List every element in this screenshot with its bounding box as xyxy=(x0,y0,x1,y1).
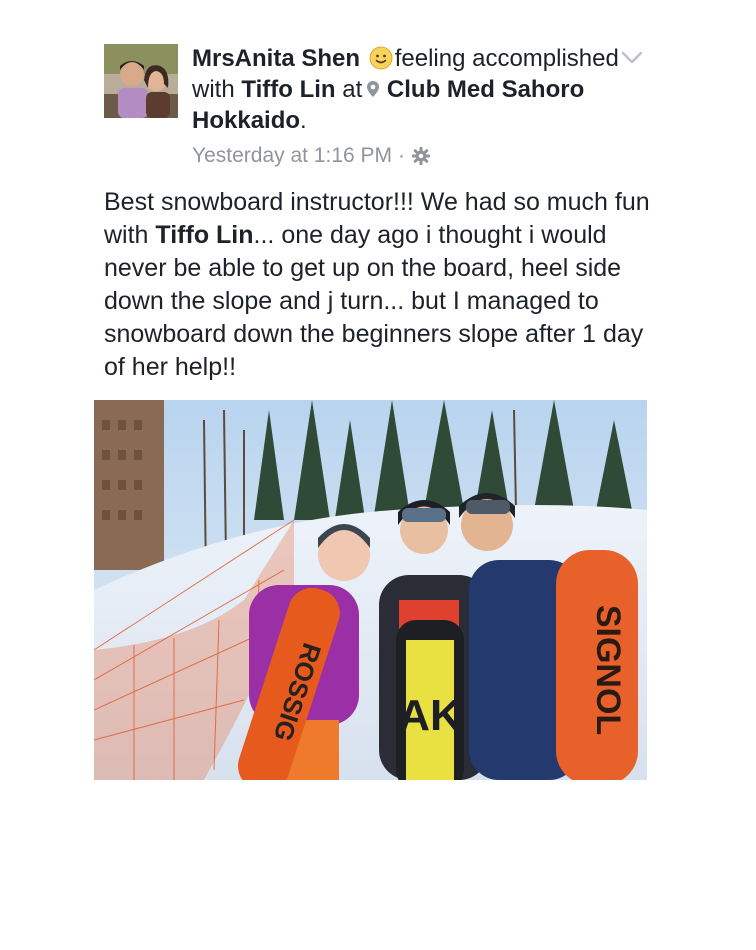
snowboard-group-photo: ROSSIG AK SIGNOL xyxy=(94,400,647,780)
location-pin-icon xyxy=(367,81,380,97)
post-meta: Yesterday at 1:16 PM · xyxy=(192,144,431,168)
at-label: at xyxy=(342,76,363,103)
mentioned-person[interactable]: Tiffo Lin xyxy=(155,221,253,249)
board-middle-text: AK xyxy=(398,691,462,740)
tagged-person[interactable]: Tiffo Lin xyxy=(241,76,335,103)
post-photo[interactable]: ROSSIG AK SIGNOL xyxy=(94,400,647,780)
post-message: Best snowboard instructor!!! We had so m… xyxy=(104,186,664,384)
meta-separator: · xyxy=(398,144,406,167)
board-right-text: SIGNOL xyxy=(589,605,627,735)
feeling-emoji-icon xyxy=(369,46,393,70)
avatar[interactable] xyxy=(104,44,178,118)
gear-icon[interactable] xyxy=(411,146,431,166)
timestamp-link[interactable]: Yesterday at 1:16 PM xyxy=(192,144,392,168)
header-period: . xyxy=(300,107,307,134)
feeling-label: feeling xyxy=(394,45,466,72)
author-name[interactable]: MrsAnita Shen xyxy=(192,45,360,72)
post-header: MrsAnita Shen feeling accomplished with … xyxy=(192,43,622,136)
avatar-photo xyxy=(104,44,178,118)
chevron-down-icon[interactable] xyxy=(620,50,644,66)
